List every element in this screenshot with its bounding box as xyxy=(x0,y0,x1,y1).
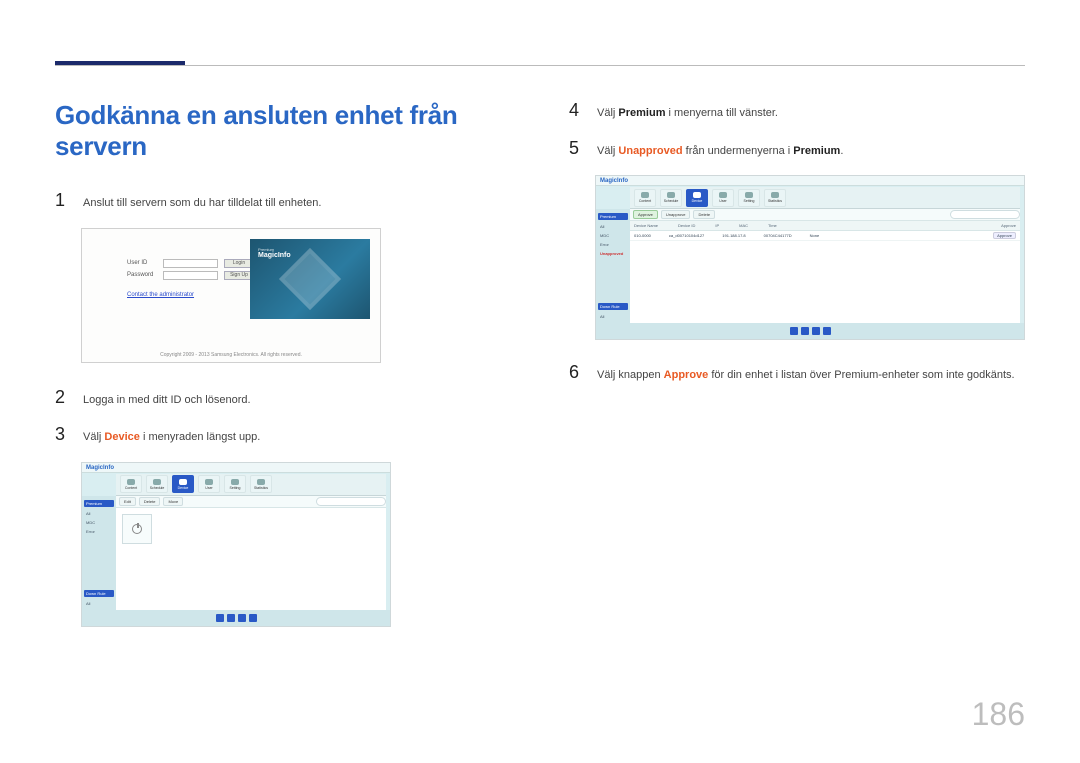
login-user-input[interactable] xyxy=(163,259,218,268)
left-sidebar: Premium All MDC Error Down Rule All xyxy=(82,496,116,610)
device-card[interactable] xyxy=(122,514,152,544)
page-title: Godkänna en ansluten enhet från servern xyxy=(55,100,509,162)
sidebar-item[interactable]: MDC xyxy=(84,520,114,525)
sidebar-item[interactable]: MDC xyxy=(598,233,628,238)
app-logo: MagicInfo xyxy=(600,178,628,184)
main-panel xyxy=(116,508,386,610)
screenshot-device-menu: MagicInfo Content Schedule Device User S… xyxy=(81,462,391,627)
sidebar-downrule[interactable]: Down Rule xyxy=(84,590,114,597)
step-text: Logga in med ditt ID och lösenord. xyxy=(83,392,251,409)
step-text: Anslut till servern som du har tilldelat… xyxy=(83,195,321,212)
page-number: 186 xyxy=(972,696,1025,733)
top-nav: Content Schedule Device User Setting Sta… xyxy=(630,187,1020,209)
nav-content[interactable]: Content xyxy=(120,475,142,493)
step-number: 3 xyxy=(55,424,69,445)
step-4: 4 Välj Premium i menyerna till vänster. xyxy=(569,100,1025,122)
row-approve-button[interactable]: Approve xyxy=(993,232,1016,239)
table-row[interactable]: 010-0000 ca_d00710104d127 191.188.17.8 0… xyxy=(630,231,1020,241)
approve-col: Approve xyxy=(1001,223,1016,228)
nav-setting[interactable]: Setting xyxy=(224,475,246,493)
footer-controls xyxy=(596,323,1024,339)
step-number: 2 xyxy=(55,387,69,408)
sidebar-premium[interactable]: Premium xyxy=(598,213,628,220)
tool-move[interactable]: Move xyxy=(163,497,183,506)
delete-button[interactable]: Delete xyxy=(693,210,715,219)
login-pass-label: Password xyxy=(127,272,157,278)
screenshot-login: User ID Login Password Sign Up Contact t… xyxy=(81,228,381,363)
step-number: 4 xyxy=(569,100,583,121)
sidebar-item[interactable]: All xyxy=(84,511,114,516)
step-number: 5 xyxy=(569,138,583,159)
step-3: 3 Välj Device i menyraden längst upp. xyxy=(55,424,509,446)
sidebar-premium[interactable]: Premium xyxy=(84,500,114,507)
app-logo: MagicInfo xyxy=(86,465,114,471)
nav-content[interactable]: Content xyxy=(634,189,656,207)
login-copyright: Copyright 2009 - 2013 Samsung Electronic… xyxy=(82,352,380,358)
brand-small: Premium xyxy=(258,247,291,252)
sidebar-downrule[interactable]: Down Rule xyxy=(598,303,628,310)
header-rule xyxy=(55,65,1025,66)
step-6: 6 Välj knappen Approve för din enhet i l… xyxy=(569,362,1025,384)
pager-next-icon[interactable] xyxy=(812,327,820,335)
unapprove-button[interactable]: Unapprove xyxy=(661,210,691,219)
contact-admin-link[interactable]: Contact the administrator xyxy=(127,292,254,298)
pager-next-icon[interactable] xyxy=(238,614,246,622)
pager-first-icon[interactable] xyxy=(216,614,224,622)
nav-schedule[interactable]: Schedule xyxy=(146,475,168,493)
nav-statistics[interactable]: Statistics xyxy=(764,189,786,207)
login-user-label: User ID xyxy=(127,260,157,266)
search-input[interactable] xyxy=(950,210,1020,219)
pager-last-icon[interactable] xyxy=(823,327,831,335)
screenshot-unapproved-list: MagicInfo Content Schedule Device User S… xyxy=(595,175,1025,340)
search-input[interactable] xyxy=(316,497,386,506)
step-1: 1 Anslut till servern som du har tilldel… xyxy=(55,190,509,212)
nav-statistics[interactable]: Statistics xyxy=(250,475,272,493)
pager-first-icon[interactable] xyxy=(790,327,798,335)
step-text: Välj Device i menyraden längst upp. xyxy=(83,429,260,446)
table-header: Device Name Device ID IP MAC Time Approv… xyxy=(630,221,1020,231)
nav-setting[interactable]: Setting xyxy=(738,189,760,207)
nav-user[interactable]: User xyxy=(712,189,734,207)
sidebar-item[interactable]: All xyxy=(598,224,628,229)
sidebar-item[interactable]: Error xyxy=(598,242,628,247)
pager-prev-icon[interactable] xyxy=(227,614,235,622)
footer-controls xyxy=(82,610,390,626)
pager-prev-icon[interactable] xyxy=(801,327,809,335)
nav-device[interactable]: Device xyxy=(172,475,194,493)
nav-user[interactable]: User xyxy=(198,475,220,493)
tool-edit[interactable]: Edit xyxy=(119,497,136,506)
sidebar-unapproved[interactable]: Unapproved xyxy=(598,251,628,256)
top-nav: Content Schedule Device User Setting Sta… xyxy=(116,474,386,496)
nav-schedule[interactable]: Schedule xyxy=(660,189,682,207)
approve-button[interactable]: Approve xyxy=(633,210,658,219)
power-icon xyxy=(132,524,142,534)
brand-name: MagicInfo xyxy=(258,252,291,259)
step-text: Välj Unapproved från undermenyerna i Pre… xyxy=(597,143,843,160)
sidebar-item[interactable]: All xyxy=(598,314,628,319)
pager-last-icon[interactable] xyxy=(249,614,257,622)
sidebar-item[interactable]: All xyxy=(84,601,114,606)
login-banner: Premium MagicInfo xyxy=(250,239,370,319)
login-pass-input[interactable] xyxy=(163,271,218,280)
tool-delete[interactable]: Delete xyxy=(139,497,161,506)
nav-device[interactable]: Device xyxy=(686,189,708,207)
step-text: Välj Premium i menyerna till vänster. xyxy=(597,105,778,122)
step-text: Välj knappen Approve för din enhet i lis… xyxy=(597,367,1015,384)
sidebar-item[interactable]: Error xyxy=(84,529,114,534)
step-number: 6 xyxy=(569,362,583,383)
step-2: 2 Logga in med ditt ID och lösenord. xyxy=(55,387,509,409)
left-sidebar: Premium All MDC Error Unapproved Down Ru… xyxy=(596,209,630,323)
main-panel: Device Name Device ID IP MAC Time Approv… xyxy=(630,221,1020,323)
step-number: 1 xyxy=(55,190,69,211)
step-5: 5 Välj Unapproved från undermenyerna i P… xyxy=(569,138,1025,160)
